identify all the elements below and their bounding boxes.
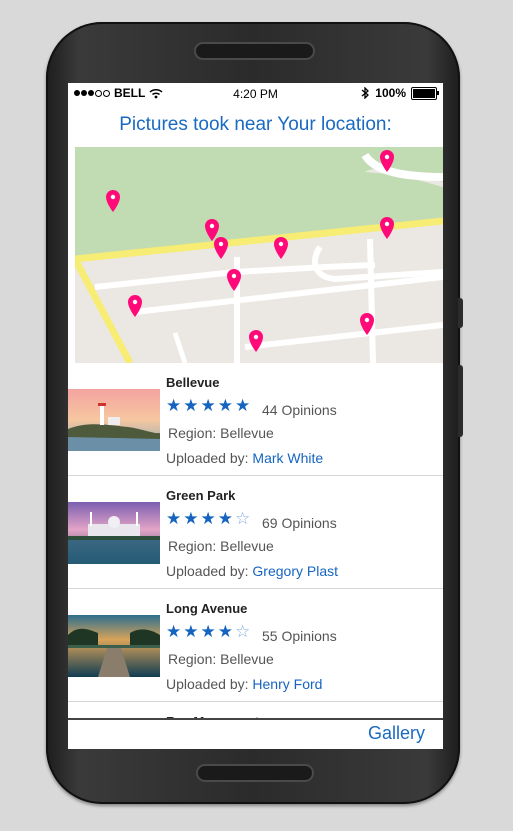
battery-percent: 100%: [375, 86, 406, 100]
uploaded-by: Uploaded by: Gregory Plast: [166, 563, 338, 579]
map-canvas: [75, 147, 443, 363]
list-item[interactable]: Bellevue ★ ★ ★ ★ ★ 44 Opinions Region: Belle…: [68, 363, 443, 476]
uploaded-label: Uploaded by:: [166, 563, 249, 579]
item-region: Region: Bellevue: [168, 651, 274, 667]
opinions-count: 69 Opinions: [262, 515, 337, 531]
thumbnail-image[interactable]: [68, 615, 160, 677]
rating-stars: ★ ★ ★ ★ ☆: [166, 509, 251, 528]
battery-icon: [411, 86, 439, 100]
list-item[interactable]: Long Avenue ★ ★ ★ ★ ☆ 55 Opinions Region: Be…: [68, 589, 443, 702]
item-title[interactable]: Long Avenue: [166, 601, 247, 616]
uploader-link[interactable]: Gregory Plast: [252, 563, 338, 579]
volume-button: [458, 365, 463, 437]
item-title[interactable]: Green Park: [166, 488, 235, 503]
bottom-bar: Gallery: [68, 718, 443, 749]
gallery-button[interactable]: Gallery: [368, 723, 425, 744]
uploaded-label: Uploaded by:: [166, 676, 249, 692]
uploaded-by: Uploaded by: Henry Ford: [166, 676, 322, 692]
earpiece-speaker: [196, 44, 313, 58]
page-title: Pictures took near Your location:: [119, 114, 392, 135]
picture-list: Bellevue ★ ★ ★ ★ ★ 44 Opinions Region: Belle…: [68, 363, 443, 749]
bluetooth-icon: [361, 87, 370, 99]
opinions-count: 44 Opinions: [262, 402, 337, 418]
item-title[interactable]: Bellevue: [166, 375, 219, 390]
uploader-link[interactable]: Henry Ford: [252, 676, 322, 692]
thumbnail-image[interactable]: [68, 389, 160, 451]
list-item[interactable]: Green Park ★ ★ ★ ★ ☆ 69 Opinions Region: Bel…: [68, 476, 443, 589]
item-region: Region: Bellevue: [168, 538, 274, 554]
uploaded-label: Uploaded by:: [166, 450, 249, 466]
rating-stars: ★ ★ ★ ★ ☆: [166, 622, 251, 641]
item-region: Region: Bellevue: [168, 425, 274, 441]
map-view[interactable]: [75, 147, 443, 363]
power-button: [458, 298, 463, 328]
bottom-speaker: [198, 766, 312, 780]
rating-stars: ★ ★ ★ ★ ★: [166, 396, 251, 415]
status-bar: BELL 4:20 PM 100%: [68, 83, 443, 104]
uploaded-by: Uploaded by: Mark White: [166, 450, 323, 466]
uploader-link[interactable]: Mark White: [252, 450, 323, 466]
opinions-count: 55 Opinions: [262, 628, 337, 644]
thumbnail-image[interactable]: [68, 502, 160, 564]
phone-screen: BELL 4:20 PM 100% Pictures took near You…: [68, 83, 443, 749]
